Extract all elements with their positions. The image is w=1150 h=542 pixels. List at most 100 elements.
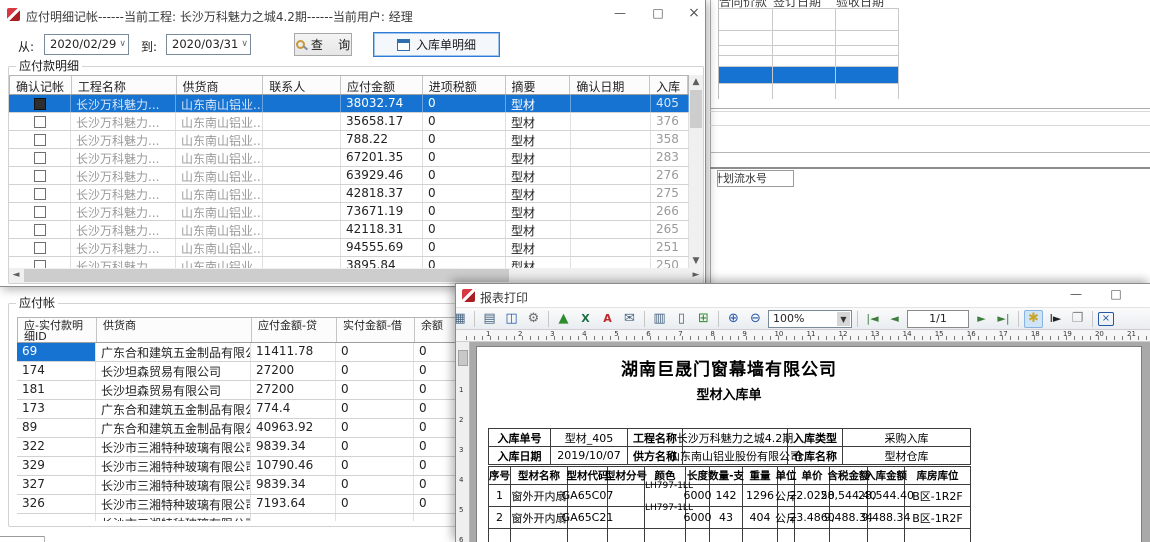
print-icon[interactable]: ▤ xyxy=(480,310,499,328)
book-icon[interactable]: ◫ xyxy=(502,310,521,328)
minimize-button[interactable]: — xyxy=(1062,286,1090,304)
confirm-checkbox[interactable] xyxy=(34,116,46,128)
tools-icon[interactable]: ⚙ xyxy=(524,310,543,328)
first-page-button[interactable]: |◄ xyxy=(863,310,882,328)
confirm-checkbox[interactable] xyxy=(34,224,46,236)
table-row[interactable]: 69广东合和建筑五金制品有限公司11411.7800 xyxy=(17,343,487,362)
zoom-in-icon[interactable]: ⊕ xyxy=(724,310,743,328)
confirm-checkbox[interactable] xyxy=(34,170,46,182)
close-button[interactable]: × xyxy=(680,5,708,23)
column-header[interactable]: 实付金额-借 xyxy=(337,318,415,342)
column-header[interactable]: 确认记帐 xyxy=(10,76,72,94)
table-row[interactable] xyxy=(719,30,899,45)
scroll-left-icon[interactable]: ◄ xyxy=(9,268,23,282)
chevron-down-icon[interactable]: ▼ xyxy=(837,312,850,326)
scrollbar-thumb[interactable] xyxy=(690,90,702,128)
from-date-combo[interactable]: 2020/02/29 ∨ xyxy=(44,34,129,55)
print-setup-icon[interactable]: ▥ xyxy=(650,310,669,328)
column-header[interactable]: 供货商 xyxy=(97,318,252,342)
column-header[interactable]: 工程名称 xyxy=(72,76,177,94)
confirm-checkbox[interactable] xyxy=(34,134,46,146)
column-header[interactable]: 入库 xyxy=(650,76,688,94)
excel-icon[interactable]: X xyxy=(576,310,595,328)
report-titlebar[interactable]: 报表打印 — □ × xyxy=(456,284,1150,307)
chevron-down-icon[interactable]: ∨ xyxy=(119,35,126,54)
zoom-select[interactable]: 100% ▼ xyxy=(768,310,852,328)
column-header[interactable]: 应-实付款明细ID xyxy=(18,318,97,342)
vertical-scrollbar[interactable]: ▲ ▼ xyxy=(689,75,703,268)
table-row[interactable] xyxy=(719,8,899,30)
table-row[interactable]: 长沙万科魅力...山东南山铝业...3895.840型材250 xyxy=(9,257,689,268)
close-preview-button[interactable]: × xyxy=(1098,312,1114,326)
table-row[interactable]: 322长沙市三湘特种玻璃有限公司9839.3400 xyxy=(17,438,487,457)
column-header[interactable]: 进项税额 xyxy=(423,76,506,94)
pdf-icon[interactable]: A xyxy=(598,310,617,328)
table-cell: 0 xyxy=(336,400,414,418)
column-header[interactable]: 供货商 xyxy=(177,76,264,94)
column-header[interactable]: 确认日期 xyxy=(570,76,650,94)
confirm-checkbox[interactable] xyxy=(34,152,46,164)
confirm-checkbox[interactable] xyxy=(34,188,46,200)
scroll-up-icon[interactable]: ▲ xyxy=(689,75,703,89)
minimize-button[interactable]: — xyxy=(606,5,634,23)
table-row[interactable]: 长沙万科魅力...山东南山铝业...42118.310型材265 xyxy=(9,221,689,239)
table-row[interactable]: 长沙万科魅力...山东南山铝业...73671.190型材266 xyxy=(9,203,689,221)
table-row[interactable]: 326长沙市三湘特种玻璃有限公司7193.6400 xyxy=(17,495,487,514)
table-row[interactable]: 327长沙市三湘特种玻璃有限公司9839.3400 xyxy=(17,476,487,495)
horizontal-scrollbar[interactable]: ◄ ► xyxy=(9,268,703,283)
confirm-checkbox[interactable] xyxy=(34,260,46,269)
mail-icon[interactable]: ✉ xyxy=(620,310,639,328)
table-row[interactable]: 长沙万科魅力...山东南山铝业...94555.690型材251 xyxy=(9,239,689,257)
scrollbar-thumb[interactable] xyxy=(458,350,468,366)
table-row[interactable] xyxy=(719,55,899,66)
layout-icon[interactable]: ⊞ xyxy=(694,310,713,328)
maximize-button[interactable]: □ xyxy=(644,5,672,23)
query-button[interactable]: 查 询 xyxy=(294,33,352,56)
table-row[interactable] xyxy=(719,66,899,83)
scrollbar-thumb[interactable] xyxy=(24,269,509,282)
hand-tool-button[interactable]: ✱ xyxy=(1024,310,1043,328)
confirm-checkbox[interactable] xyxy=(34,206,46,218)
table-row[interactable] xyxy=(719,83,899,99)
column-header[interactable]: 应付金额-贷 xyxy=(252,318,337,342)
text-select-button[interactable]: I► xyxy=(1046,310,1065,328)
table-row[interactable]: 长沙万科魅力...山东南山铝业...42818.370型材275 xyxy=(9,185,689,203)
payable-titlebar[interactable]: 应付明细记帐------当前工程: 长沙万科魅力之城4.2期------当前用户… xyxy=(0,0,705,27)
to-date-combo[interactable]: 2020/03/31 ∨ xyxy=(166,34,251,55)
inbound-detail-button[interactable]: 入库单明细 xyxy=(373,32,500,57)
scroll-down-icon[interactable]: ▼ xyxy=(689,254,703,268)
column-header[interactable]: 联系人 xyxy=(263,76,341,94)
scroll-right-icon[interactable]: ► xyxy=(689,268,703,282)
table-row[interactable]: 长沙万科魅力...山东南山铝业...35658.170型材376 xyxy=(9,113,689,131)
next-page-button[interactable]: ► xyxy=(972,310,991,328)
export-icon[interactable]: ▲ xyxy=(554,310,573,328)
page-icon[interactable]: ▯ xyxy=(672,310,691,328)
page-number-input[interactable]: 1/1 xyxy=(907,310,969,328)
table-row[interactable]: 长沙万科魅力...山东南山铝业...67201.350型材283 xyxy=(9,149,689,167)
prev-page-button[interactable]: ◄ xyxy=(885,310,904,328)
table-row[interactable]: 174长沙坦森贸易有限公司2720000 xyxy=(17,362,487,381)
table-row[interactable]: 181长沙坦森贸易有限公司2720000 xyxy=(17,381,487,400)
column-header[interactable]: 摘要 xyxy=(506,76,571,94)
grid-icon[interactable]: ▦ xyxy=(456,310,469,328)
table-row[interactable]: 长沙万科魅力...山东南山铝业...788.220型材358 xyxy=(9,131,689,149)
chevron-down-icon[interactable]: ∨ xyxy=(241,35,248,54)
confirm-checkbox[interactable] xyxy=(34,242,46,254)
close-button[interactable]: × xyxy=(1140,286,1150,304)
table-row[interactable]: 长沙市三湘特种玻璃有限公司 xyxy=(17,514,487,521)
confirm-checkbox[interactable] xyxy=(34,98,46,110)
table-row[interactable]: 长沙万科魅力...山东南山铝业...38032.740型材405 xyxy=(9,95,689,113)
table-row[interactable]: 329长沙市三湘特种玻璃有限公司10790.4600 xyxy=(17,457,487,476)
bg-edge xyxy=(44,536,45,542)
table-row[interactable]: 173广东合和建筑五金制品有限公司774.400 xyxy=(17,400,487,419)
table-cell: 10790.46 xyxy=(251,457,336,475)
zoom-out-icon[interactable]: ⊖ xyxy=(746,310,765,328)
table-row[interactable] xyxy=(719,45,899,55)
plan-serial-field[interactable]: 计划流水号 xyxy=(717,170,794,187)
copy-icon[interactable]: ❐ xyxy=(1068,310,1087,328)
table-row[interactable]: 长沙万科魅力...山东南山铝业...63929.460型材276 xyxy=(9,167,689,185)
column-header[interactable]: 应付金额 xyxy=(341,76,423,94)
table-row[interactable]: 89广东合和建筑五金制品有限公司40963.9200 xyxy=(17,419,487,438)
maximize-button[interactable]: □ xyxy=(1102,286,1130,304)
last-page-button[interactable]: ►| xyxy=(994,310,1013,328)
